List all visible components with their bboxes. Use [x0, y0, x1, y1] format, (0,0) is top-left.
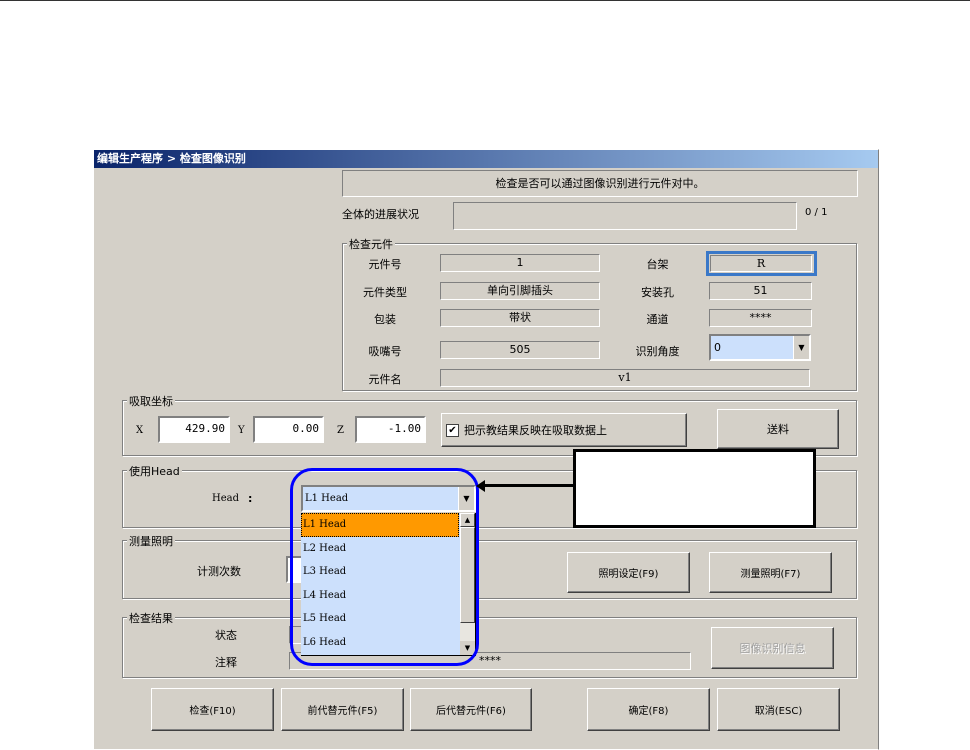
rack-value: R: [710, 255, 812, 272]
window-title: 编辑生产程序 > 检查图像识别: [94, 150, 878, 168]
lighting-setting-button[interactable]: 照明设定(F9): [567, 552, 690, 593]
part-name-label: 元件名: [368, 373, 402, 386]
angle-select[interactable]: 0 ▼: [709, 334, 811, 361]
package-value: 带状: [440, 309, 600, 327]
inspect-button[interactable]: 检查(F10): [151, 688, 274, 731]
hole-label: 安装孔: [641, 286, 674, 299]
feed-button[interactable]: 送料: [717, 409, 839, 449]
note-label: 注释: [215, 656, 237, 669]
y-input[interactable]: 0.00: [253, 416, 324, 443]
group-title: 吸取坐标: [127, 393, 175, 409]
group-title: 使用Head: [127, 463, 182, 479]
measure-count-label: 计测次数: [197, 565, 241, 578]
checkmark-icon[interactable]: ✔: [446, 423, 459, 437]
part-number-label: 元件号: [368, 258, 402, 271]
head-label: Head: [212, 493, 240, 504]
x-label: X: [136, 425, 144, 436]
angle-label: 识别角度: [635, 345, 680, 358]
prev-alternate-button[interactable]: 前代替元件(F5): [281, 688, 404, 731]
annotation-highlight: [290, 468, 479, 666]
progress-bar: [453, 202, 797, 230]
part-type-label: 元件类型: [363, 286, 407, 299]
measure-lighting-button[interactable]: 测量照明(F7): [709, 552, 832, 593]
cancel-button[interactable]: 取消(ESC): [717, 688, 840, 731]
group-title: 检查结果: [127, 610, 175, 626]
part-number-value: 1: [440, 254, 600, 272]
channel-label: 通道: [646, 313, 669, 326]
status-label: 状态: [215, 629, 237, 642]
nozzle-value: 505: [440, 341, 600, 359]
instruction-text: 检查是否可以通过图像识别进行元件对中。: [342, 170, 858, 197]
package-label: 包装: [374, 313, 396, 326]
top-divider: [0, 0, 970, 1]
z-label: Z: [337, 425, 344, 436]
checkbox-label: 把示教结果反映在吸取数据上: [464, 424, 607, 437]
group-title: 检查元件: [347, 236, 395, 252]
progress-label: 全体的进展状况: [342, 208, 419, 221]
arrow-left-icon: [476, 480, 485, 492]
channel-value: ****: [709, 309, 812, 327]
progress-count: 0 / 1: [805, 207, 828, 218]
x-input[interactable]: 429.90: [158, 416, 230, 443]
ok-button[interactable]: 确定(F8): [587, 688, 710, 731]
head-colon: :: [248, 492, 253, 505]
next-alternate-button[interactable]: 后代替元件(F6): [410, 688, 532, 731]
rack-label: 台架: [646, 258, 669, 271]
annotation-callout-box: [573, 449, 816, 528]
y-label: Y: [238, 425, 245, 436]
group-title: 测量照明: [127, 533, 175, 549]
angle-value: 0: [714, 341, 721, 354]
image-recognition-info-button[interactable]: 图像识别信息: [711, 627, 834, 669]
reflect-teaching-checkbox[interactable]: ✔ 把示教结果反映在吸取数据上: [441, 413, 687, 447]
z-input[interactable]: -1.00: [355, 416, 426, 443]
nozzle-label: 吸嘴号: [368, 345, 402, 358]
chevron-down-icon[interactable]: ▼: [793, 336, 809, 359]
annotation-arrow-line: [482, 484, 574, 487]
hole-value: 51: [709, 282, 812, 300]
part-type-value: 单向引脚插头: [440, 282, 600, 300]
part-name-value: v1: [440, 369, 810, 387]
